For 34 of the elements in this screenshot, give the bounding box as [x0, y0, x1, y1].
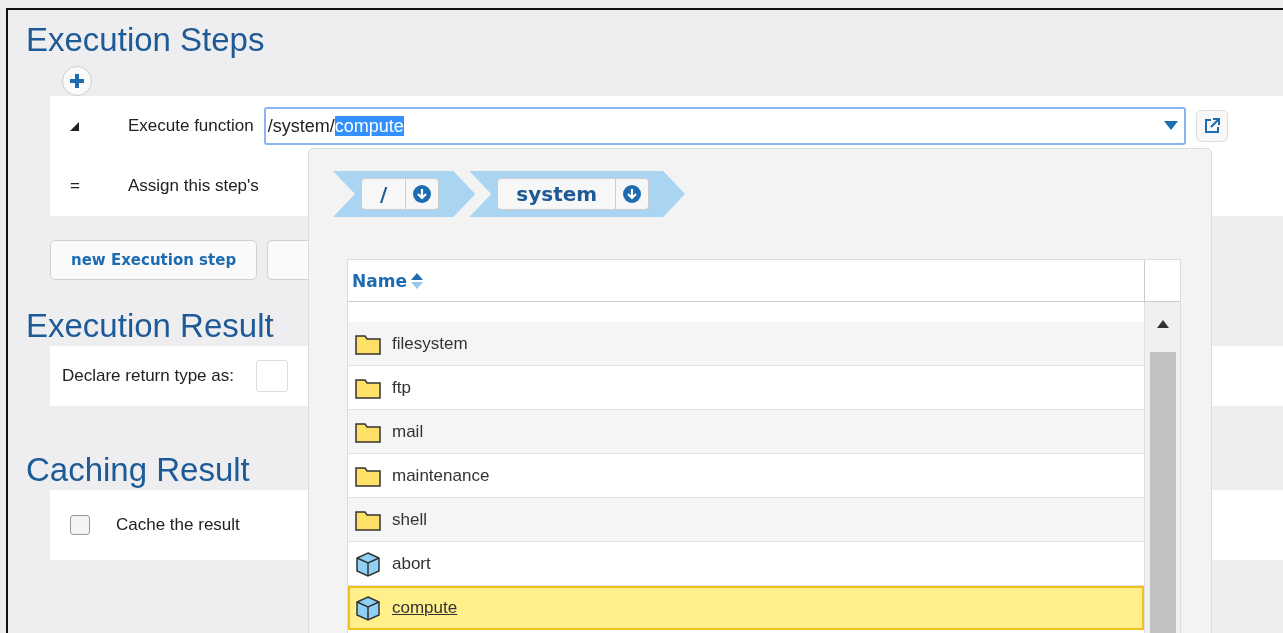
- scroll-up-icon[interactable]: [1156, 320, 1169, 328]
- sort-icon: [410, 272, 423, 289]
- file-name: ftp: [392, 377, 411, 398]
- cube-icon: [354, 594, 382, 621]
- add-button[interactable]: [62, 66, 92, 96]
- name-column-header[interactable]: Name: [352, 270, 423, 291]
- section-title: Execution Result: [26, 306, 274, 346]
- plus-icon: [69, 73, 85, 89]
- step-label: Assign this step's: [128, 176, 259, 196]
- return-type-field[interactable]: [255, 360, 288, 392]
- file-name: mail: [392, 421, 424, 442]
- file-name: shell: [392, 509, 427, 530]
- open-external-button[interactable]: [1195, 110, 1228, 142]
- file-name: filesystem: [392, 333, 468, 354]
- file-name: abort: [392, 553, 431, 574]
- assign-marker: =: [70, 176, 81, 196]
- cache-checkbox[interactable]: [70, 515, 90, 535]
- section-title: Execution Steps: [26, 20, 265, 60]
- file-row[interactable]: shell: [348, 498, 1144, 542]
- file-row[interactable]: mail: [348, 410, 1144, 454]
- file-name: compute: [392, 597, 458, 618]
- section-title: Caching Result: [26, 450, 250, 490]
- new-step-button[interactable]: new Execution step: [50, 240, 258, 280]
- external-link-icon: [1202, 117, 1221, 135]
- file-name: maintenance: [392, 465, 490, 486]
- step-label: Execute function: [128, 116, 254, 136]
- file-row[interactable]: compute: [348, 586, 1144, 630]
- collapse-triangle-icon[interactable]: [70, 122, 79, 131]
- return-type-label: Declare return type as:: [62, 366, 234, 386]
- dropdown-caret-icon[interactable]: [1163, 121, 1178, 131]
- file-row[interactable]: filesystem: [348, 322, 1144, 366]
- cube-icon: [354, 550, 382, 577]
- scrollbar[interactable]: [1144, 302, 1180, 633]
- checkbox-label: Cache the result: [116, 515, 240, 535]
